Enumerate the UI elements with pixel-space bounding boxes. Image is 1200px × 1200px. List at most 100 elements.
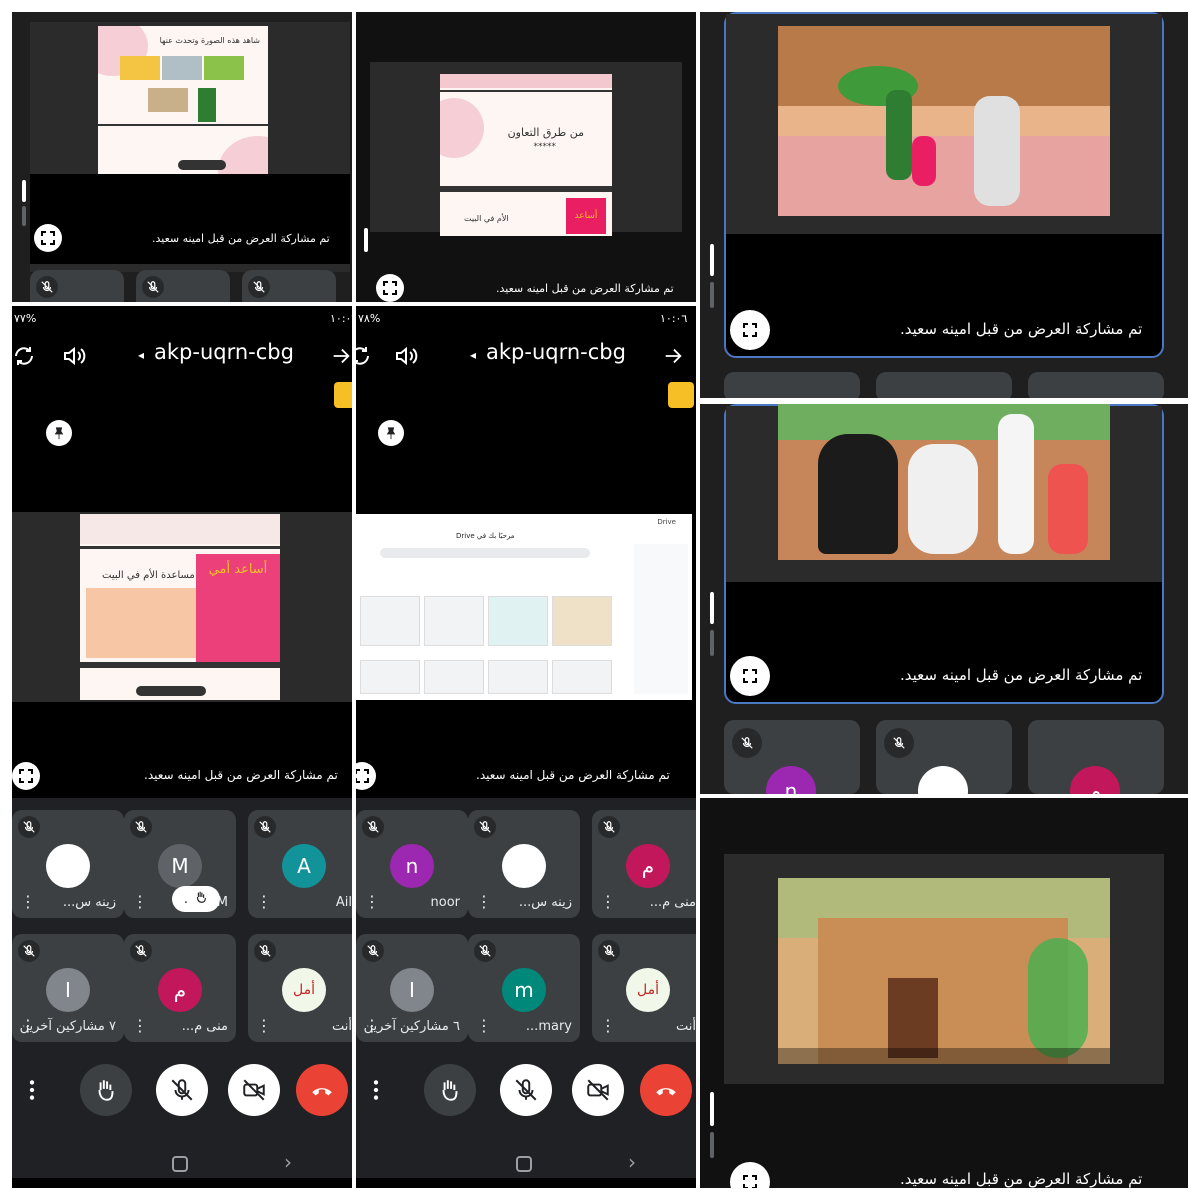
raise-hand-button[interactable]: [80, 1064, 132, 1116]
participant-tile[interactable]: زينه س... ⋮: [12, 810, 124, 918]
scroll-thumb[interactable]: [710, 592, 714, 624]
expand-icon[interactable]: [730, 1162, 770, 1188]
slide-title: من طرق التعاون: [507, 126, 584, 139]
drive-search[interactable]: [380, 548, 590, 558]
more-icon[interactable]: ⋮: [364, 894, 380, 910]
rotate-icon[interactable]: [12, 344, 36, 368]
participant-tile[interactable]: n: [724, 720, 860, 794]
participant-tile[interactable]: A Ail ⋮: [248, 810, 352, 918]
participant-tile[interactable]: أمل أنت ⋮: [248, 934, 352, 1042]
scroll-thumb[interactable]: [364, 228, 368, 252]
more-icon[interactable]: ⋮: [132, 894, 148, 910]
drive-file-card[interactable]: [424, 660, 484, 694]
slide-subtitle: الأم في البيت: [464, 214, 509, 223]
video-frame: [778, 878, 1110, 1064]
meeting-code[interactable]: akp-uqrn-cbg: [154, 340, 294, 364]
raise-hand-button[interactable]: [424, 1064, 476, 1116]
drive-sidebar: [634, 544, 688, 694]
more-icon[interactable]: ⋮: [476, 894, 492, 910]
camera-toggle-button[interactable]: [228, 1064, 280, 1116]
participant-tile[interactable]: [242, 270, 336, 302]
mic-off-icon: [732, 728, 762, 758]
more-icon[interactable]: ⋮: [256, 894, 272, 910]
participant-tile[interactable]: م: [1028, 720, 1164, 794]
rotate-icon[interactable]: [356, 344, 372, 368]
arrow-right-icon[interactable]: [662, 344, 684, 368]
drive-file-card[interactable]: [360, 596, 420, 646]
video-controls[interactable]: [778, 1048, 1110, 1064]
raise-hand-icon: [194, 890, 208, 908]
more-options-button[interactable]: [356, 1064, 396, 1116]
mic-off-icon: [36, 276, 58, 298]
pin-icon[interactable]: [46, 420, 72, 446]
participant-tile[interactable]: م منى م... ⋮: [124, 934, 236, 1042]
participant-tile[interactable]: زينه س... ⋮: [468, 810, 580, 918]
avatar: م: [158, 968, 202, 1012]
participant-tile[interactable]: I٦ مشاركين آخرين ⋮: [356, 934, 468, 1042]
expand-icon[interactable]: [376, 274, 404, 302]
participant-tile[interactable]: [30, 270, 124, 302]
arrow-right-icon[interactable]: [330, 344, 352, 368]
camera-toggle-button[interactable]: [572, 1064, 624, 1116]
picture-bus: [120, 56, 160, 80]
more-icon[interactable]: ⋮: [600, 894, 616, 910]
more-options-button[interactable]: [12, 1064, 52, 1116]
participant-tile[interactable]: [876, 372, 1012, 398]
avatar: I: [46, 968, 90, 1012]
expand-icon[interactable]: [34, 224, 62, 252]
picture-worker: [198, 88, 216, 122]
drive-file-card[interactable]: [360, 660, 420, 694]
slide-toolbar[interactable]: [178, 160, 226, 170]
mic-toggle-button[interactable]: [156, 1064, 208, 1116]
expand-icon[interactable]: [12, 762, 40, 790]
drive-file-card[interactable]: [488, 660, 548, 694]
participant-tile[interactable]: [876, 720, 1012, 794]
more-icon[interactable]: ⋮: [20, 1018, 36, 1034]
scroll-thumb[interactable]: [710, 244, 714, 276]
speaker-icon[interactable]: [394, 344, 418, 368]
avatar: M: [158, 844, 202, 888]
participant-tile[interactable]: م منى م... ⋮: [592, 810, 696, 918]
home-nav-icon[interactable]: [172, 1156, 188, 1172]
drive-file-card[interactable]: [424, 596, 484, 646]
drive-file-card[interactable]: [552, 596, 612, 646]
raised-hand-label: .: [183, 891, 189, 907]
speaker-icon[interactable]: [62, 344, 86, 368]
mic-toggle-button[interactable]: [500, 1064, 552, 1116]
drive-file-card[interactable]: [552, 660, 612, 694]
expand-icon[interactable]: [730, 310, 770, 350]
participant-tile[interactable]: [136, 270, 230, 302]
cartoon-girl: [912, 136, 936, 186]
phone-left: ٧٧% ١٠:٠٦ ◂ akp-uqrn-cbg مساعدة الأم في …: [12, 306, 352, 1188]
slide-toolbar[interactable]: [136, 686, 206, 696]
participant-tile[interactable]: n noor ⋮: [356, 810, 468, 918]
mic-off-icon: [598, 940, 620, 962]
status-battery: ٧٧%: [14, 312, 37, 325]
meeting-code[interactable]: akp-uqrn-cbg: [486, 340, 626, 364]
hang-up-button[interactable]: [296, 1064, 348, 1116]
participant-tile[interactable]: [1028, 372, 1164, 398]
expand-icon[interactable]: [730, 656, 770, 696]
more-icon[interactable]: ⋮: [132, 1018, 148, 1034]
home-nav-icon[interactable]: [516, 1156, 532, 1172]
scroll-thumb[interactable]: [22, 180, 26, 202]
participant-tile[interactable]: m mary... ⋮: [468, 934, 580, 1042]
more-icon[interactable]: ⋮: [20, 894, 36, 910]
expand-icon[interactable]: [356, 762, 376, 790]
back-nav-icon[interactable]: ›: [284, 1152, 292, 1172]
more-icon[interactable]: ⋮: [600, 1018, 616, 1034]
hang-up-button[interactable]: [640, 1064, 692, 1116]
participant-tile[interactable]: I٧ مشاركين آخرين ⋮: [12, 934, 124, 1042]
more-icon[interactable]: ⋮: [256, 1018, 272, 1034]
pin-icon[interactable]: [378, 420, 404, 446]
participant-tile[interactable]: [724, 372, 860, 398]
raised-hand-indicator: .: [172, 886, 220, 912]
book-cover: أساعد: [566, 198, 606, 234]
scroll-thumb[interactable]: [710, 1092, 714, 1126]
back-nav-icon[interactable]: ›: [628, 1152, 636, 1172]
participant-tile[interactable]: أمل أنت ⋮: [592, 934, 696, 1042]
picture-house: [86, 588, 196, 658]
more-icon[interactable]: ⋮: [364, 1018, 380, 1034]
drive-file-card[interactable]: [488, 596, 548, 646]
more-icon[interactable]: ⋮: [476, 1018, 492, 1034]
